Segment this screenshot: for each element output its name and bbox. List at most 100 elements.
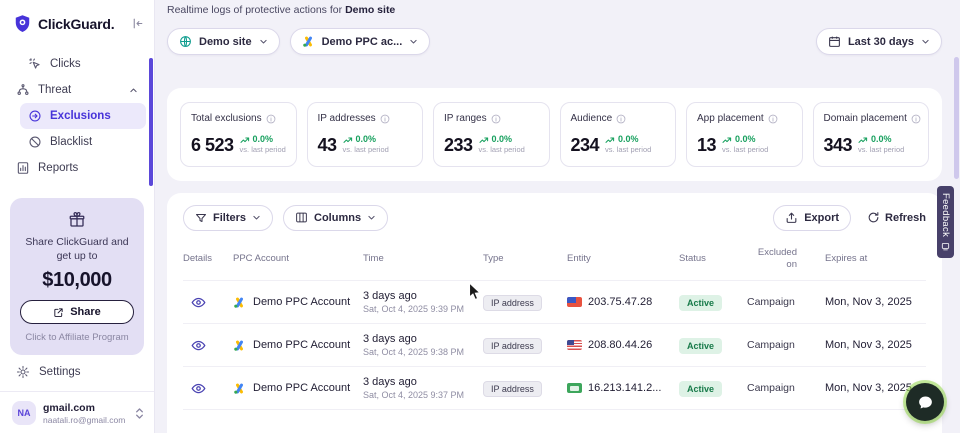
refresh-button-label: Refresh bbox=[885, 212, 926, 224]
stat-value: 343 bbox=[824, 136, 853, 154]
promo-amount: $10,000 bbox=[20, 269, 134, 292]
col-header-ppc-account: PPC Account bbox=[233, 253, 363, 264]
sidebar-item-threat[interactable]: Threat bbox=[8, 77, 146, 103]
table-row[interactable]: Demo PPC Account 3 days agoSat, Oct 4, 2… bbox=[183, 323, 926, 366]
info-icon[interactable] bbox=[768, 114, 778, 124]
stats-summary-panel: Total exclusions 6 523 0.0% vs. last per… bbox=[167, 88, 942, 181]
sidebar-item-reports[interactable]: Reports bbox=[8, 155, 146, 181]
sidebar-item-label: Exclusions bbox=[50, 110, 111, 122]
ppc-account-name: Demo PPC Account bbox=[253, 296, 350, 308]
sidebar-item-exclusions[interactable]: Exclusions bbox=[20, 103, 146, 129]
table-row[interactable]: Demo PPC Account 3 days agoSat, Oct 4, 2… bbox=[183, 366, 926, 409]
type-badge: IP address bbox=[483, 381, 542, 397]
ppc-account-name: Demo PPC Account bbox=[253, 339, 350, 351]
filter-bar: Demo site Demo PPC ac... Last 30 days bbox=[167, 28, 942, 55]
gear-icon bbox=[16, 365, 30, 379]
share-button[interactable]: Share bbox=[20, 300, 134, 324]
sidebar-item-clicks[interactable]: Clicks bbox=[20, 51, 146, 77]
reports-chart-icon bbox=[16, 161, 30, 175]
chevron-up-icon bbox=[129, 86, 138, 95]
col-header-entity: Entity bbox=[567, 253, 679, 264]
google-ads-icon bbox=[302, 35, 315, 48]
col-header-details: Details bbox=[183, 253, 233, 264]
stat-card-ip-ranges: IP ranges 233 0.0% vs. last period bbox=[433, 102, 550, 167]
filters-button-label: Filters bbox=[213, 212, 246, 224]
stat-value: 233 bbox=[444, 136, 473, 154]
sidebar-item-label: Blacklist bbox=[50, 136, 92, 148]
user-name: gmail.com bbox=[43, 402, 125, 415]
export-button-label: Export bbox=[804, 212, 839, 224]
info-icon[interactable] bbox=[911, 114, 921, 124]
view-details-eye-icon[interactable] bbox=[183, 295, 233, 310]
stat-period: vs. last period bbox=[479, 146, 525, 154]
chevron-down-icon bbox=[367, 213, 376, 222]
stat-trend: 0.0% bbox=[356, 135, 377, 144]
click-cursor-icon bbox=[28, 57, 42, 71]
export-button[interactable]: Export bbox=[773, 205, 851, 231]
app-window: ClickGuard. Clicks Threat bbox=[0, 0, 960, 433]
date-range-dropdown[interactable]: Last 30 days bbox=[816, 28, 942, 55]
sidebar: ClickGuard. Clicks Threat bbox=[0, 0, 155, 433]
stat-period: vs. last period bbox=[240, 146, 286, 154]
table-header-row: Details PPC Account Time Type Entity Sta… bbox=[183, 247, 926, 281]
stat-trend: 0.0% bbox=[253, 135, 274, 144]
stat-label: IP addresses bbox=[318, 113, 376, 124]
stat-card-domain-placement: Domain placement 343 0.0% vs. last perio… bbox=[813, 102, 930, 167]
status-badge: Active bbox=[679, 295, 722, 311]
chat-launcher-button[interactable] bbox=[906, 383, 944, 421]
gift-icon bbox=[20, 211, 134, 229]
realtime-prefix: Realtime logs of protective actions for bbox=[167, 4, 342, 16]
trend-up-icon bbox=[605, 136, 615, 144]
filters-button[interactable]: Filters bbox=[183, 205, 273, 231]
google-ads-icon bbox=[233, 382, 246, 395]
stat-period: vs. last period bbox=[722, 146, 768, 154]
col-header-excluded-on: Excluded on bbox=[747, 247, 797, 272]
site-filter-value: Demo site bbox=[199, 36, 252, 48]
stat-trend: 0.0% bbox=[618, 135, 639, 144]
affiliate-promo-card: Share ClickGuard and get up to $10,000 S… bbox=[10, 198, 144, 355]
settings-label: Settings bbox=[39, 366, 81, 378]
chevron-up-down-icon bbox=[135, 407, 144, 420]
sidebar-scrollbar[interactable] bbox=[149, 58, 153, 186]
feedback-icon bbox=[941, 242, 950, 251]
entity-ip: 16.213.141.2... bbox=[588, 382, 661, 394]
stat-value: 13 bbox=[697, 136, 716, 154]
chevron-down-icon bbox=[921, 37, 930, 46]
date-range-value: Last 30 days bbox=[848, 36, 914, 48]
realtime-status-line: Realtime logs of protective actions forD… bbox=[167, 4, 942, 19]
status-badge: Active bbox=[679, 381, 722, 397]
view-details-eye-icon[interactable] bbox=[183, 381, 233, 396]
vertical-scrollbar[interactable] bbox=[954, 57, 959, 179]
info-icon[interactable] bbox=[616, 114, 626, 124]
time-exact: Sat, Oct 4, 2025 9:38 PM bbox=[363, 347, 483, 357]
columns-button-label: Columns bbox=[314, 212, 361, 224]
affiliate-program-link[interactable]: Click to Affiliate Program bbox=[20, 332, 134, 343]
sidebar-collapse-icon[interactable] bbox=[131, 17, 144, 30]
clickguard-logo[interactable]: ClickGuard. bbox=[0, 0, 154, 45]
expires-at: Mon, Nov 3, 2025 bbox=[825, 296, 926, 308]
sidebar-item-settings[interactable]: Settings bbox=[0, 355, 154, 391]
chevron-down-icon bbox=[252, 213, 261, 222]
user-account-menu[interactable]: NA gmail.com naatali.ro@gmail.com bbox=[0, 391, 154, 433]
view-details-eye-icon[interactable] bbox=[183, 338, 233, 353]
table-row[interactable]: Demo PPC Account 3 days agoSat, Oct 4, 2… bbox=[183, 280, 926, 323]
feedback-tab[interactable]: Feedback bbox=[937, 186, 954, 258]
sidebar-item-label: Clicks bbox=[50, 58, 81, 70]
sidebar-nav: Clicks Threat Exclusions bbox=[0, 45, 154, 181]
refresh-button[interactable]: Refresh bbox=[867, 211, 926, 224]
sidebar-item-blacklist[interactable]: Blacklist bbox=[20, 129, 146, 155]
chevron-down-icon bbox=[259, 37, 268, 46]
info-icon[interactable] bbox=[266, 114, 276, 124]
info-icon[interactable] bbox=[380, 114, 390, 124]
stat-period: vs. last period bbox=[343, 146, 389, 154]
stat-trend: 0.0% bbox=[871, 135, 892, 144]
type-badge: IP address bbox=[483, 338, 542, 354]
columns-button[interactable]: Columns bbox=[283, 205, 388, 231]
info-icon[interactable] bbox=[491, 114, 501, 124]
main-content: Realtime logs of protective actions for D… bbox=[155, 0, 960, 433]
stat-trend: 0.0% bbox=[735, 135, 756, 144]
stat-value: 6 523 bbox=[191, 136, 234, 154]
excluded-on: Campaign bbox=[747, 382, 825, 394]
ppc-account-filter-dropdown[interactable]: Demo PPC ac... bbox=[290, 28, 431, 55]
site-filter-dropdown[interactable]: Demo site bbox=[167, 28, 280, 55]
